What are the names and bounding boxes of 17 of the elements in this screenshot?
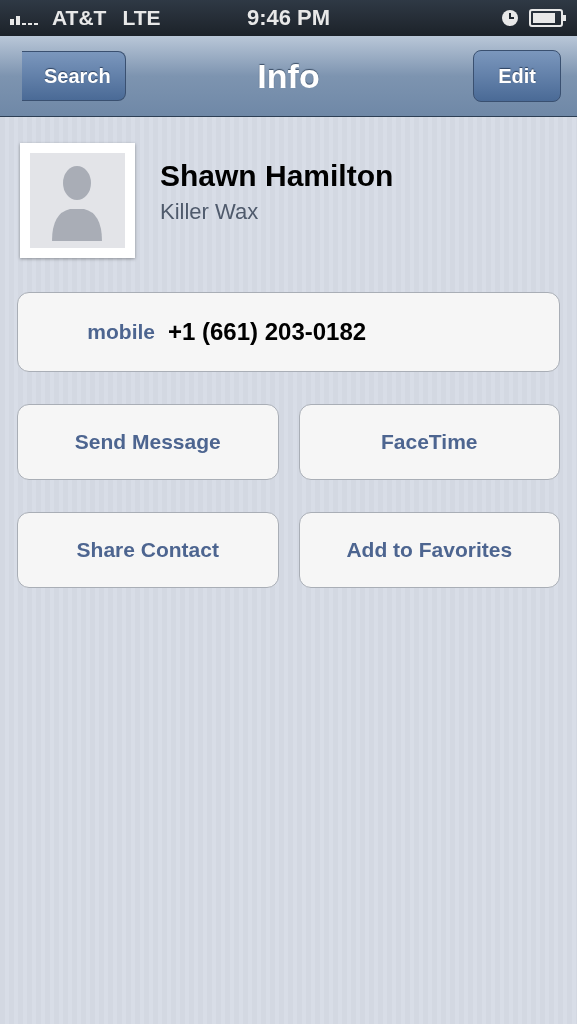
page-title: Info [257,56,320,95]
phone-label: mobile [86,320,155,344]
person-silhouette-icon [30,153,125,248]
contact-name: Shawn Hamilton [160,159,394,193]
network-type: LTE [122,6,161,30]
action-button[interactable]: FaceTime [298,404,560,480]
action-button[interactable]: Share Contact [17,512,279,588]
battery-icon [529,9,567,27]
company-name: Killer Wax [160,199,260,225]
phone-number-row[interactable]: mobile +1 (661) 203-0182 [17,292,560,372]
action-button[interactable]: Send Message [17,404,279,480]
carrier-name: AT&T [52,6,107,30]
phone-number: +1 (661) 203-0182 [168,318,367,346]
action-button[interactable]: Add to Favorites [298,512,560,588]
edit-button[interactable]: Edit [473,50,561,102]
clock-icon [501,9,519,27]
clock-time: 9:46 PM [246,5,331,30]
